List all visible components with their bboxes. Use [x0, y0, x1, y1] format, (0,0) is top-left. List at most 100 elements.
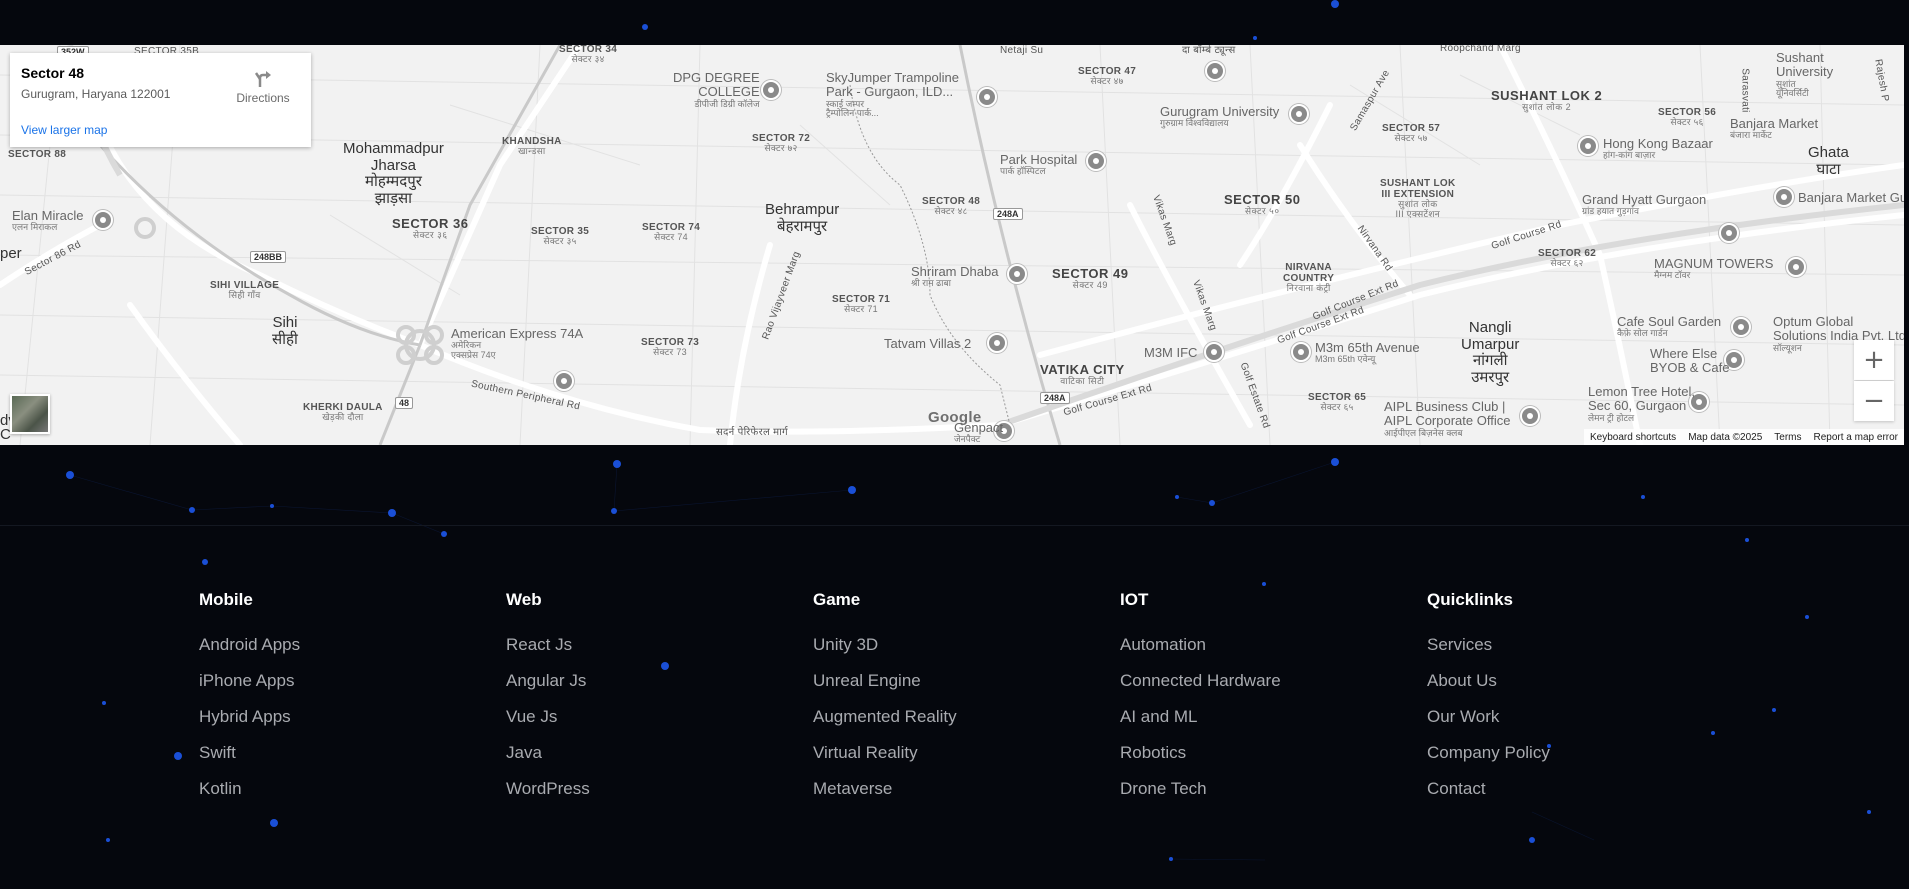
poi-pin-bombay-tunes[interactable] [1205, 61, 1225, 81]
poi-skyjumper[interactable]: SkyJumper Trampoline Park - Gurgaon, ILD.… [826, 70, 959, 119]
route-shield-48: 48 [395, 397, 414, 409]
map-label-sector65: SECTOR 65 सेक्टर ६५ [1308, 392, 1367, 412]
poi-pin-skyjumper[interactable] [977, 87, 997, 107]
map-label-sector50: SECTOR 50 सेक्टर ५० [1224, 192, 1301, 217]
poi-park-hospital[interactable]: Park Hospital पार्क हॉस्पिटल [1000, 152, 1077, 177]
route-shield-248bb: 248BB [250, 251, 287, 263]
poi-bombay-tunes[interactable]: दा बॉम्बे ट्यून्स [1182, 45, 1236, 56]
route-shield-248a-1: 248A [993, 208, 1023, 220]
footer-link[interactable]: iPhone Apps [199, 670, 506, 692]
map-label-sushant-lok-3: SUSHANT LOK III EXTENSION सुशांत लोक III एक… [1380, 178, 1456, 219]
footer-link[interactable]: AI and ML [1120, 706, 1427, 728]
zoom-out-button[interactable]: − [1854, 381, 1894, 421]
poi-pin-grand-hyatt[interactable] [1719, 223, 1739, 243]
footer-link[interactable]: Android Apps [199, 634, 506, 656]
map-label-sector48: SECTOR 48 सेक्टर ४८ [922, 196, 981, 216]
footer-link[interactable]: Java [506, 742, 813, 764]
poi-cafe-soul-garden[interactable]: Cafe Soul Garden कैफ़े सोल गार्डन [1617, 314, 1721, 339]
map-label-nirvana-country: NIRVANA COUNTRY निरवाना कंट्री [1283, 262, 1335, 293]
footer-link[interactable]: Augmented Reality [813, 706, 1120, 728]
poi-pin-shriram-dhaba[interactable] [1007, 264, 1027, 284]
poi-m3m-65th-avenue[interactable]: M3m 65th Avenue M3m 65th एवेन्यू [1315, 340, 1420, 365]
poi-lemon-tree-hotel[interactable]: Lemon Tree Hotel, Sec 60, Gurgaon लेमन ट्र… [1588, 384, 1695, 423]
map-label-right-edge-2: Sarasvati [1739, 68, 1751, 113]
poi-banjara-market[interactable]: Banjara Market बंजारा मार्केट [1730, 116, 1818, 141]
poi-banjara-market-2[interactable]: Banjara Market Gu [1798, 190, 1904, 205]
footer-link[interactable]: Robotics [1120, 742, 1427, 764]
poi-elan-miracle[interactable]: Elan Miracle एलन मिराकल [12, 208, 84, 233]
poi-hong-kong-bazaar[interactable]: Hong Kong Bazaar हांग-कांग बाज़ार [1603, 136, 1713, 161]
map-label-sector71: SECTOR 71 सेक्टर 71 [832, 294, 891, 314]
poi-pin-cafe-soul[interactable] [1731, 317, 1751, 337]
map-label-nangli-umarpur: Nangli Umarpur नांगली उमरपुर [1461, 319, 1520, 386]
map-label-sihi: Sihi सीही [272, 314, 298, 348]
map-label-vatika-city: VATIKA CITY वाटिका सिटी [1040, 362, 1125, 387]
column-heading: Mobile [199, 590, 253, 609]
poi-dpg-college[interactable]: DPG DEGREE COLLEGE डीपीजी डिग्री कॉलेज [673, 70, 760, 109]
poi-tatvam-villas[interactable]: Tatvam Villas 2 [884, 336, 971, 351]
footer-link[interactable]: Our Work [1427, 706, 1734, 728]
poi-gurugram-university[interactable]: Gurugram University गुरुग्राम विश्वविद्या… [1160, 104, 1279, 129]
poi-where-else[interactable]: Where Else BYOB & Cafe [1650, 346, 1729, 376]
footer-column-game: Game Unity 3D Unreal Engine Augmented Re… [813, 590, 1120, 814]
footer-link[interactable]: Company Policy [1427, 742, 1734, 764]
map-label-sushant-lok-2: SUSHANT LOK 2 सुशांत लोक 2 [1491, 88, 1603, 113]
poi-pin-tatvam-villas[interactable] [987, 333, 1007, 353]
poi-aipl-business-club[interactable]: AIPL Business Club | AIPL Corporate Offic… [1384, 399, 1510, 438]
poi-pin-park-hospital[interactable] [1086, 151, 1106, 171]
footer-column-mobile: Mobile Android Apps iPhone Apps Hybrid A… [199, 590, 506, 814]
footer-link[interactable]: Vue Js [506, 706, 813, 728]
footer-link[interactable]: Connected Hardware [1120, 670, 1427, 692]
poi-pin-banjara-market-2[interactable] [1774, 187, 1794, 207]
poi-pin-m3m-ifc[interactable] [1204, 342, 1224, 362]
footer-link[interactable]: React Js [506, 634, 813, 656]
embedded-map[interactable]: Mohammadpur Jharsa मोहम्मदपुर झाड़सा SECTOR… [0, 45, 1904, 445]
zoom-in-button[interactable]: + [1854, 340, 1894, 380]
footer-link[interactable]: Unreal Engine [813, 670, 1120, 692]
poi-pin-amex[interactable] [554, 371, 574, 391]
map-label-behrampur: Behrampur बेहरामपुर [765, 201, 840, 235]
poi-pin-elan-miracle[interactable] [93, 210, 113, 230]
map-label-sector47: SECTOR 47 सेक्टर ४७ [1078, 66, 1137, 86]
poi-pin-gurugram-university[interactable] [1289, 104, 1309, 124]
map-label-kherki-daula: KHERKI DAULA खेड़की दौला [303, 402, 383, 422]
footer-link[interactable]: Services [1427, 634, 1734, 656]
footer-link[interactable]: Kotlin [199, 778, 506, 800]
poi-pin-dpg[interactable] [761, 80, 781, 100]
road-netaji: Netaji Su [1000, 45, 1044, 56]
footer-link[interactable]: Contact [1427, 778, 1734, 800]
poi-pin-magnum[interactable] [1786, 257, 1806, 277]
report-map-error-link[interactable]: Report a map error [1814, 432, 1898, 443]
directions-icon [254, 71, 271, 87]
poi-sushant-university[interactable]: Sushant University सुशांत यूनिवर्सिटी [1776, 50, 1833, 99]
directions-button[interactable]: Directions [233, 67, 293, 105]
footer-link[interactable]: Angular Js [506, 670, 813, 692]
poi-pin-hong-kong-bazaar[interactable] [1578, 136, 1598, 156]
footer-link[interactable]: Unity 3D [813, 634, 1120, 656]
poi-grand-hyatt[interactable]: Grand Hyatt Gurgaon ग्रांड हयात गुड़गांव [1582, 192, 1706, 217]
footer-link[interactable]: Virtual Reality [813, 742, 1120, 764]
satellite-toggle-thumbnail[interactable] [10, 394, 50, 434]
footer-link[interactable]: Metaverse [813, 778, 1120, 800]
poi-shriram-dhaba[interactable]: Shriram Dhaba श्री राम ढाबा [911, 264, 998, 289]
footer-link[interactable]: About Us [1427, 670, 1734, 692]
footer-link[interactable]: Hybrid Apps [199, 706, 506, 728]
view-larger-map-link[interactable]: View larger map [21, 123, 107, 137]
poi-pin-m3m-65th[interactable] [1291, 342, 1311, 362]
map-label-sector56: SECTOR 56 सेक्टर ५६ [1658, 107, 1717, 127]
directions-label: Directions [236, 91, 290, 105]
footer-link[interactable]: Drone Tech [1120, 778, 1427, 800]
map-label-left-edge-1: per [0, 245, 22, 262]
poi-american-express[interactable]: American Express 74A अमेरिकन एक्सप्रेस 74ए [451, 326, 583, 361]
map-label-sector36: SECTOR 36 सेक्टर ३६ [392, 216, 469, 241]
map-label-sector34: SECTOR 34 सेक्टर ३४ [559, 45, 618, 64]
terms-link[interactable]: Terms [1774, 432, 1801, 443]
keyboard-shortcuts-link[interactable]: Keyboard shortcuts [1590, 432, 1676, 443]
poi-magnum-towers[interactable]: MAGNUM TOWERS मैग्नम टॉवर [1654, 256, 1773, 281]
footer-link[interactable]: WordPress [506, 778, 813, 800]
poi-m3m-ifc[interactable]: M3M IFC [1144, 345, 1197, 360]
footer-link[interactable]: Automation [1120, 634, 1427, 656]
poi-pin-aipl[interactable] [1520, 406, 1540, 426]
map-info-card: Sector 48 Gurugram, Haryana 122001 View … [10, 53, 311, 147]
footer-link[interactable]: Swift [199, 742, 506, 764]
